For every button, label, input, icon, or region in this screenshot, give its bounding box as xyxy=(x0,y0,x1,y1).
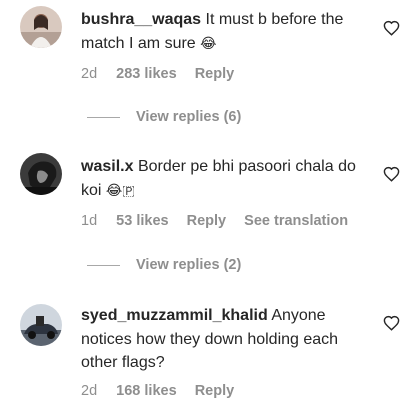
comment-meta: 2d 168 likes Reply xyxy=(81,383,248,399)
reply-button[interactable]: Reply xyxy=(195,383,235,399)
comment-body: syed_muzzammil_khalid Anyone notices how… xyxy=(81,304,371,375)
comment-body: wasil.x Border pe bhi pasoori chala do k… xyxy=(81,155,371,203)
likes-count[interactable]: 283 likes xyxy=(116,66,176,82)
emoji: 😂 xyxy=(200,35,217,52)
emoji: 😂🇵 xyxy=(105,182,135,199)
username[interactable]: wasil.x xyxy=(81,158,133,175)
heart-outline-icon[interactable] xyxy=(383,315,400,331)
comment-meta: 2d 283 likes Reply xyxy=(81,66,248,82)
username[interactable]: syed_muzzammil_khalid xyxy=(81,307,268,324)
view-replies-label: View replies (2) xyxy=(136,257,242,273)
likes-count[interactable]: 53 likes xyxy=(116,213,168,229)
view-replies-label: View replies (6) xyxy=(136,109,242,125)
reply-button[interactable]: Reply xyxy=(187,213,227,229)
timestamp: 2d xyxy=(81,383,98,399)
reply-button[interactable]: Reply xyxy=(195,66,235,82)
comment-body: bushra__waqas It must b before the match… xyxy=(81,8,371,56)
likes-count[interactable]: 168 likes xyxy=(116,383,176,399)
avatar[interactable] xyxy=(20,153,62,195)
comment-meta: 1d 53 likes Reply See translation xyxy=(81,213,362,229)
username[interactable]: bushra__waqas xyxy=(81,11,201,28)
view-replies-button[interactable]: View replies (6) xyxy=(87,109,241,125)
divider-line xyxy=(87,116,120,118)
heart-outline-icon[interactable] xyxy=(383,20,400,36)
timestamp: 1d xyxy=(81,213,98,229)
avatar[interactable] xyxy=(20,304,62,346)
view-replies-button[interactable]: View replies (2) xyxy=(87,257,241,273)
avatar[interactable] xyxy=(20,6,62,48)
heart-outline-icon[interactable] xyxy=(383,166,400,182)
see-translation-button[interactable]: See translation xyxy=(244,213,348,229)
timestamp: 2d xyxy=(81,66,98,82)
divider-line xyxy=(87,264,120,266)
